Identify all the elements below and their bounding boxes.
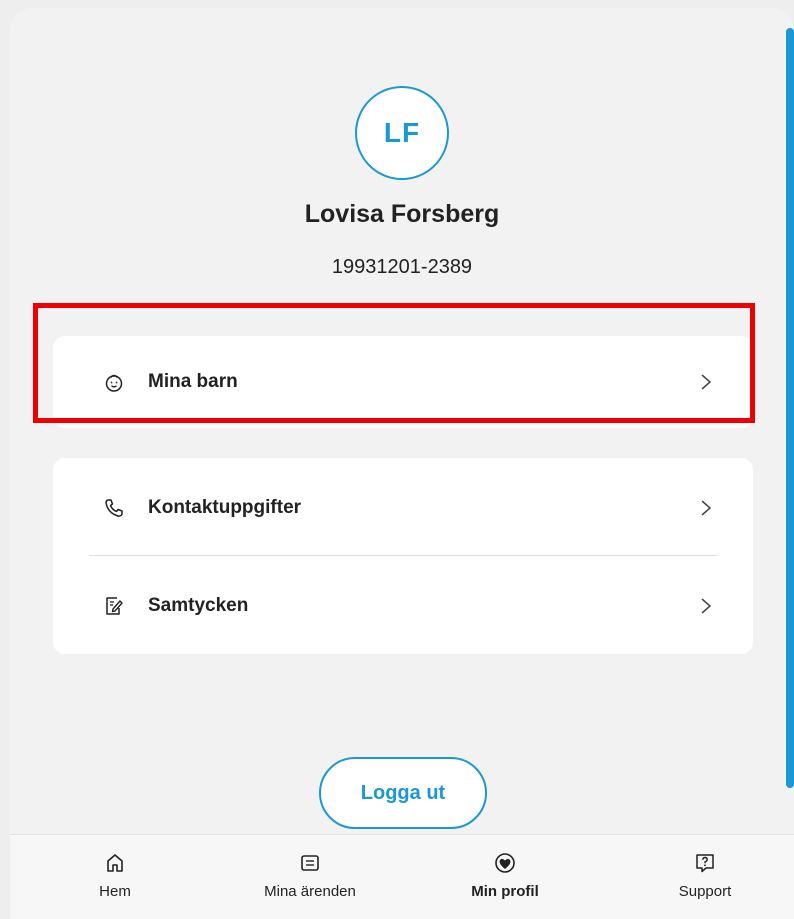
- tab-my-profile[interactable]: Min profil: [450, 835, 560, 919]
- question-icon: [693, 851, 717, 875]
- menu-item-label: Kontaktuppgifter: [148, 497, 302, 518]
- menu-item-children[interactable]: Mina barn: [53, 336, 753, 428]
- chevron-right-icon: [699, 597, 713, 615]
- tab-my-cases[interactable]: Mina ärenden: [250, 835, 370, 919]
- tab-label: Min profil: [471, 883, 539, 900]
- phone-icon: [103, 497, 125, 519]
- menu-item-label: Samtycken: [148, 595, 249, 616]
- tab-label: Support: [678, 883, 732, 900]
- avatar: LF: [355, 86, 449, 180]
- bottom-tab-bar: Hem Mina ärenden Min profil Support: [10, 834, 794, 919]
- profile-heart-icon: [493, 851, 517, 875]
- profile-screen: LF Lovisa Forsberg 19931201-2389 Mina ba…: [10, 8, 794, 919]
- scrollbar[interactable]: [784, 28, 794, 788]
- menu-item-label: Mina barn: [148, 371, 238, 392]
- tab-support[interactable]: Support: [660, 835, 750, 919]
- chevron-right-icon: [699, 373, 713, 391]
- avatar-initials: LF: [383, 117, 421, 148]
- tab-label: Mina ärenden: [264, 883, 356, 900]
- profile-name: Lovisa Forsberg: [304, 200, 500, 228]
- menu-item-consent[interactable]: Samtycken: [53, 560, 753, 652]
- personal-number: 19931201-2389: [331, 256, 473, 278]
- baby-icon: [103, 371, 125, 393]
- contact-consent-card: Kontaktuppgifter Samtycken: [53, 458, 753, 654]
- cases-icon: [298, 851, 322, 875]
- chevron-right-icon: [699, 499, 713, 517]
- scrollbar-thumb[interactable]: [786, 28, 794, 788]
- home-icon: [103, 851, 127, 875]
- children-card: Mina barn: [53, 336, 753, 428]
- menu-item-contact[interactable]: Kontaktuppgifter: [53, 462, 753, 554]
- divider: [89, 555, 717, 556]
- logout-button[interactable]: Logga ut: [319, 757, 487, 829]
- app-frame: LF Lovisa Forsberg 19931201-2389 Mina ba…: [0, 0, 794, 919]
- document-edit-icon: [103, 595, 125, 617]
- tab-home[interactable]: Hem: [80, 835, 150, 919]
- tab-label: Hem: [99, 883, 131, 900]
